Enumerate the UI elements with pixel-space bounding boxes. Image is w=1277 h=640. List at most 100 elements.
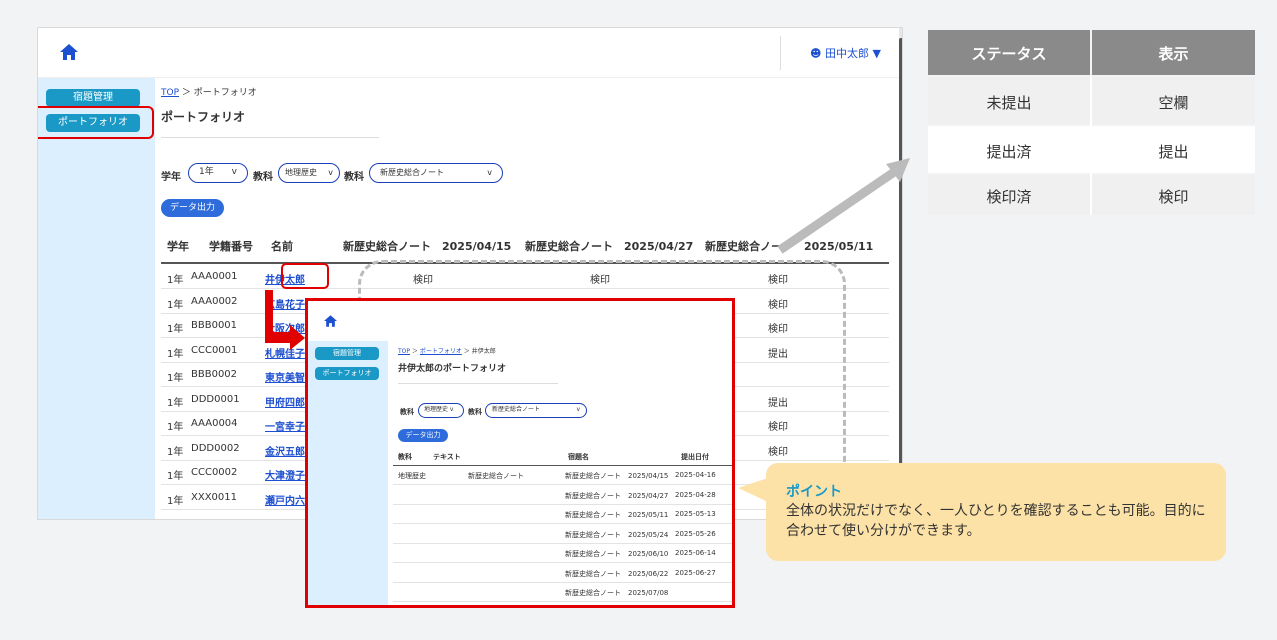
homework-cell: 新歴史総合ノート 2025/06/10 <box>565 550 669 558</box>
grade-cell: 1年 <box>167 299 184 311</box>
subject-cell: 地理歴史 <box>398 472 426 480</box>
callout: ポイント 全体の状況だけでなく、一人ひとりを確認することも可能。目的に合わせて使… <box>738 463 1226 561</box>
col-hw1[interactable]: 新歴史総合ノート 2025/04/15 <box>343 238 511 254</box>
display-cell: 検印 <box>1158 188 1189 206</box>
chevron-down-icon: ▼ <box>872 47 881 60</box>
col-name[interactable]: 名前 <box>271 238 293 254</box>
subject2-value: 新歴史総合ノート <box>492 406 541 413</box>
student-id-cell: CCC0002 <box>191 467 238 478</box>
home-icon[interactable] <box>324 315 337 327</box>
homework-cell: 新歴史総合ノート 2025/04/27 <box>565 491 669 500</box>
homework-cell: 新歴史総合ノート 2025/07/08 <box>565 589 669 597</box>
subject-label: 教科 <box>253 172 273 183</box>
homework-cell: 新歴史総合ノート 2025/05/11 <box>565 511 669 519</box>
col-subject[interactable]: 教科 <box>398 452 412 462</box>
student-id-cell: BBB0002 <box>191 369 238 380</box>
grade-cell: 1年 <box>167 275 184 286</box>
grade-cell: 1年 <box>167 495 184 507</box>
date-cell: 2025-04-28 <box>675 490 716 499</box>
breadcrumb-top[interactable]: TOP <box>398 348 410 355</box>
home-icon[interactable] <box>60 44 78 60</box>
table-row: 新歴史総合ノート 2025/05/24 2025-05-26 <box>393 525 732 544</box>
chevron-down-icon: v <box>487 168 492 177</box>
table-row: 新歴史総合ノート 2025/05/11 2025-05-13 <box>393 505 732 524</box>
grade-select[interactable]: 1年 v <box>188 163 248 183</box>
homework-cell: 新歴史総合ノート 2025/05/24 <box>565 530 669 539</box>
table-row: 新歴史総合ノート 2025/06/22 2025-06-27 <box>393 564 732 583</box>
display-cell: 空欄 <box>1158 94 1189 112</box>
sidebar-item-homework[interactable]: 宿題管理 <box>315 347 379 360</box>
page-title: 井伊太郎のポートフォリオ <box>398 364 507 374</box>
student-id-cell: BBB0001 <box>191 320 238 331</box>
col-student-id[interactable]: 学籍番号 <box>209 238 253 254</box>
status-cell: 未提出 <box>986 94 1032 112</box>
student-id-cell: DDD0001 <box>191 393 240 405</box>
student-name-link[interactable]: 甲府四郎 <box>265 394 305 409</box>
display-header: 表示 <box>1158 45 1189 63</box>
sidebar: 宿題管理 ポートフォリオ <box>38 78 155 519</box>
grade-label: 学年 <box>161 172 181 183</box>
page-title: ポートフォリオ <box>161 110 246 124</box>
student-name-link[interactable]: 金沢五郎 <box>265 443 305 458</box>
row-highlight <box>281 263 329 289</box>
col-date[interactable]: 提出日付 <box>681 452 709 462</box>
user-icon: ☻ <box>810 47 822 60</box>
homework-cell: 新歴史総合ノート 2025/04/15 <box>565 472 669 480</box>
breadcrumb-separator: ＞ <box>181 88 191 98</box>
grade-cell: 1年 <box>167 422 184 433</box>
user-menu[interactable]: ☻ 田中太郎 ▼ <box>810 45 881 61</box>
student-id-cell: CCC0001 <box>191 344 238 356</box>
student-id-cell: AAA0001 <box>191 271 238 282</box>
breadcrumb-portfolio[interactable]: ポートフォリオ <box>420 348 462 355</box>
top-bar: ☻ 田中太郎 ▼ <box>38 28 902 78</box>
callout-title: ポイント <box>786 484 842 500</box>
sidebar-item-homework[interactable]: 宿題管理 <box>46 89 140 107</box>
chevron-down-icon: v <box>231 167 237 177</box>
text-cell: 新歴史総合ノート <box>468 472 524 480</box>
table-header: 教科 テキスト 宿題名 提出日付 <box>393 448 732 466</box>
student-portfolio-screenshot: 宿題管理 ポートフォリオ TOP ＞ ポートフォリオ ＞ 井伊太郎 井伊太郎のポ… <box>305 298 735 608</box>
breadcrumb: TOP ＞ ポートフォリオ <box>161 85 257 98</box>
status-cell: 検印済 <box>986 188 1032 206</box>
col-text[interactable]: テキスト <box>433 452 461 462</box>
title-underline <box>161 137 379 138</box>
grade-cell: 1年 <box>167 324 184 335</box>
subject2-label: 教科 <box>468 408 482 416</box>
student-name-link[interactable]: 大津澄子 <box>265 467 305 482</box>
sidebar-item-portfolio[interactable]: ポートフォリオ <box>315 367 379 380</box>
col-homework[interactable]: 宿題名 <box>568 452 589 462</box>
subject-value: 地理歴史 <box>424 406 449 413</box>
col-hw2[interactable]: 新歴史総合ノート 2025/04/27 <box>525 238 693 254</box>
subject-select[interactable]: 地理歴史 v <box>278 163 340 183</box>
breadcrumb-top[interactable]: TOP <box>161 88 179 98</box>
scrollbar-thumb[interactable] <box>899 38 902 508</box>
sidebar: 宿題管理 ポートフォリオ <box>308 341 388 605</box>
status-header: ステータス <box>971 45 1047 63</box>
grade-value: 1年 <box>199 167 214 177</box>
export-button[interactable]: データ出力 <box>161 199 224 217</box>
date-cell: 2025-06-27 <box>675 568 716 577</box>
student-name-link[interactable]: 一宮幸子 <box>265 418 305 433</box>
grade-cell: 1年 <box>167 397 184 409</box>
chevron-down-icon: v <box>328 168 333 177</box>
status-cell: 提出済 <box>986 143 1032 161</box>
table-row: 新歴史総合ノート 2025/06/10 2025-06-14 <box>393 544 732 563</box>
subject-select[interactable]: 地理歴史 v <box>418 403 464 418</box>
subject-label: 教科 <box>400 408 414 416</box>
grade-cell: 1年 <box>167 373 184 384</box>
col-grade[interactable]: 学年 <box>167 238 189 254</box>
student-id-cell: XXX0011 <box>191 491 238 503</box>
date-cell: 2025-05-13 <box>675 510 716 518</box>
student-name-link[interactable]: 瀬戸内六 <box>265 492 305 507</box>
highlight-box <box>38 106 154 139</box>
subject2-select[interactable]: 新歴史総合ノート v <box>485 403 587 418</box>
grade-cell: 1年 <box>167 348 184 360</box>
arrow-icon <box>777 158 910 254</box>
breadcrumb: TOP ＞ ポートフォリオ ＞ 井伊太郎 <box>398 348 496 355</box>
grade-cell: 1年 <box>167 471 184 482</box>
student-id-cell: AAA0002 <box>191 295 238 307</box>
date-cell: 2025-04-16 <box>675 471 716 479</box>
date-cell: 2025-05-26 <box>675 529 716 538</box>
export-button[interactable]: データ出力 <box>398 429 448 442</box>
subject2-select[interactable]: 新歴史総合ノート v <box>369 163 503 183</box>
